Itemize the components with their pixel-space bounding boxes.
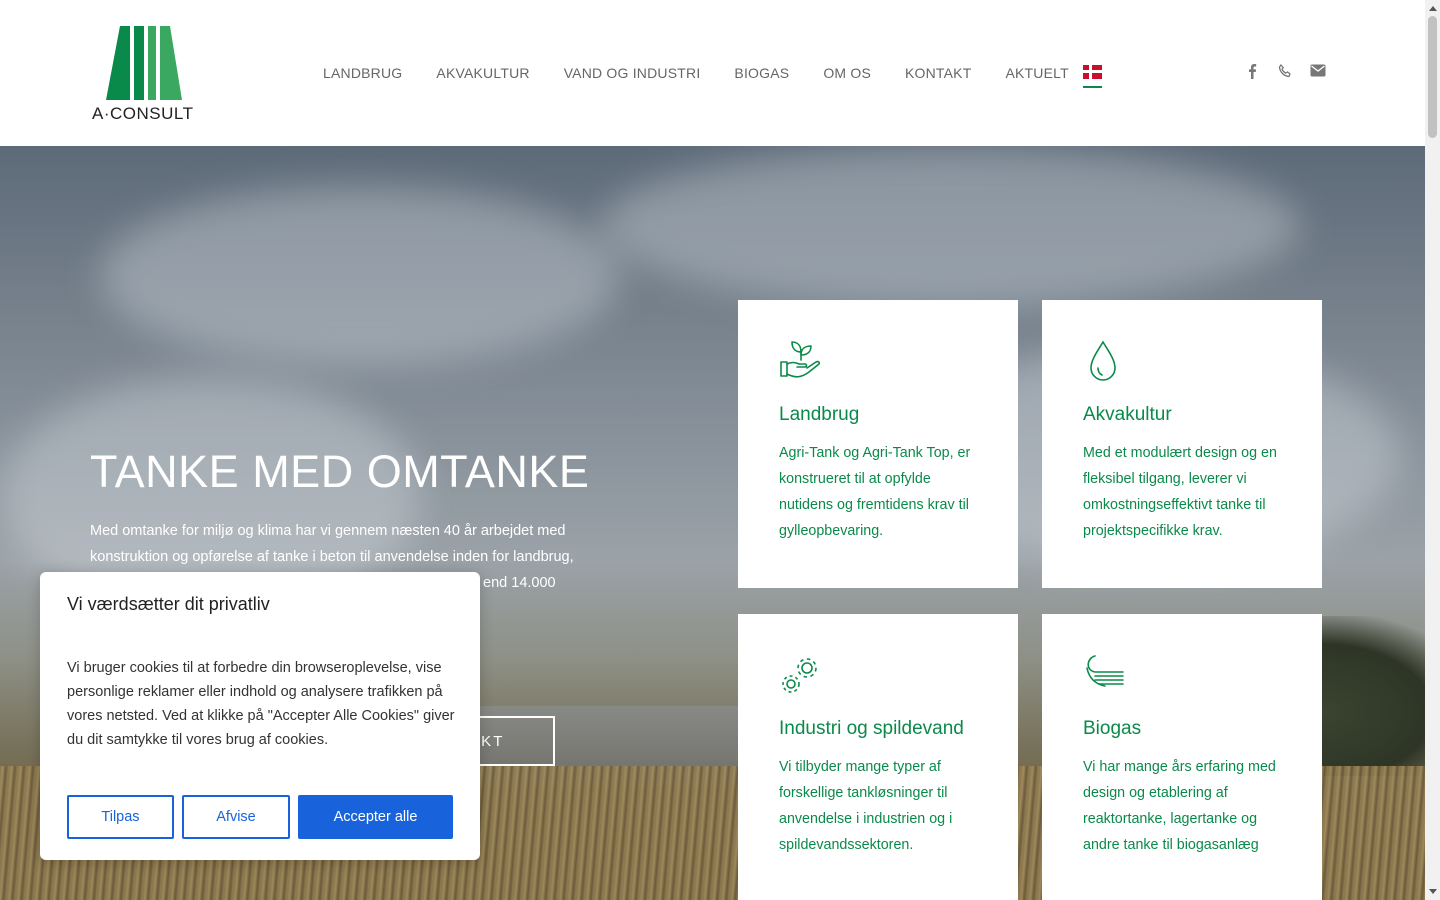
gears-icon	[782, 658, 817, 693]
wind-icon	[1086, 655, 1124, 687]
card-title: Industri og spildevand	[779, 718, 964, 739]
water-drop-icon	[1090, 340, 1116, 381]
accept-all-button[interactable]: Accepter alle	[298, 795, 453, 839]
card-biogas[interactable]: Biogas Vi har mange års erfaring med des…	[1042, 614, 1322, 900]
site-header: A·CONSULT LANDBRUG AKVAKULTUR VAND OG IN…	[0, 0, 1425, 146]
card-title: Biogas	[1083, 718, 1142, 739]
nav-vand-og-industri[interactable]: VAND OG INDUSTRI	[564, 65, 701, 81]
card-text: Vi tilbyder mange typer af forskellige t…	[779, 759, 953, 853]
logo-mark-icon	[106, 26, 182, 100]
hand-plant-icon	[780, 341, 821, 378]
card-title: Landbrug	[779, 404, 860, 425]
nav-biogas[interactable]: BIOGAS	[734, 65, 789, 81]
facebook-icon[interactable]	[1246, 63, 1258, 84]
scroll-down-arrow-icon[interactable]	[1429, 889, 1437, 894]
card-akvakultur[interactable]: Akvakultur Med et modulært design og en …	[1042, 300, 1322, 588]
card-text: Vi har mange års erfaring med design og …	[1083, 759, 1276, 853]
a-consult-logo[interactable]: A·CONSULT	[92, 24, 198, 124]
card-industri-og-spildevand[interactable]: Industri og spildevand Vi tilbyder mange…	[738, 614, 1018, 900]
language-active-indicator	[1083, 86, 1102, 88]
email-icon[interactable]	[1310, 64, 1326, 82]
nav-om-os[interactable]: OM OS	[823, 65, 871, 81]
scroll-up-arrow-icon[interactable]	[1429, 6, 1437, 11]
social-links	[1246, 63, 1326, 84]
card-text: Med et modulært design og en fleksibel t…	[1083, 445, 1277, 539]
danish-flag-icon[interactable]	[1083, 65, 1102, 79]
hero-title: TANKE MED OMTANKE	[90, 446, 590, 497]
card-text: Agri-Tank og Agri-Tank Top, er konstruer…	[779, 445, 971, 539]
nav-landbrug[interactable]: LANDBRUG	[323, 65, 402, 81]
card-title: Akvakultur	[1083, 404, 1172, 425]
phone-icon[interactable]	[1278, 63, 1292, 83]
cookie-consent-dialog: Vi værdsætter dit privatliv Vi bruger co…	[40, 572, 480, 860]
cookie-text: Vi bruger cookies til at forbedre din br…	[67, 660, 455, 748]
nav-kontakt[interactable]: KONTAKT	[905, 65, 971, 81]
scroll-thumb[interactable]	[1428, 16, 1437, 138]
cookie-title: Vi værdsætter dit privatliv	[67, 594, 270, 614]
nav-akvakultur[interactable]: AKVAKULTUR	[436, 65, 529, 81]
hero-bg-cloud	[100, 186, 620, 366]
card-landbrug[interactable]: Landbrug Agri-Tank og Agri-Tank Top, er …	[738, 300, 1018, 588]
page-scrollbar[interactable]	[1425, 0, 1440, 900]
logo-text: A·CONSULT	[92, 104, 194, 123]
main-nav: LANDBRUG AKVAKULTUR VAND OG INDUSTRI BIO…	[323, 62, 1103, 84]
reject-button[interactable]: Afvise	[182, 795, 290, 839]
hero-bg-cloud	[600, 146, 1300, 306]
customize-button[interactable]: Tilpas	[67, 795, 174, 839]
nav-aktuelt[interactable]: AKTUELT	[1005, 65, 1068, 81]
